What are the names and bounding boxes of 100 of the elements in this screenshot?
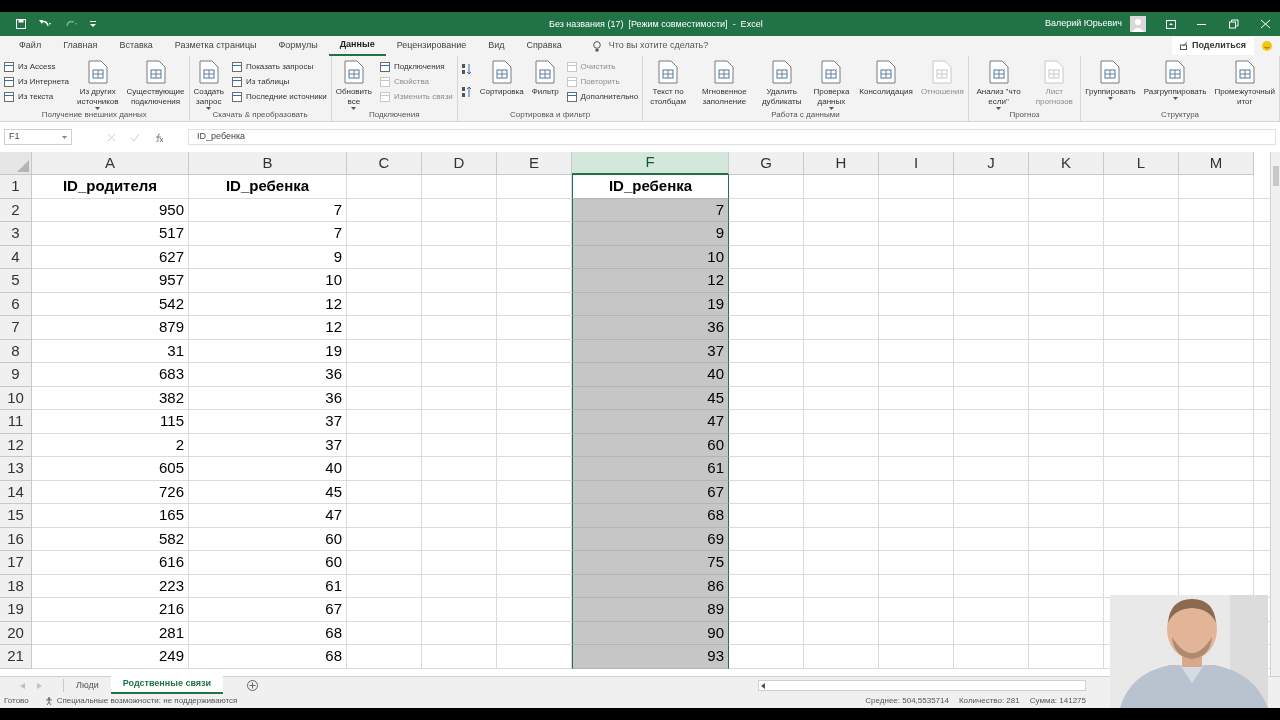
document-icon xyxy=(342,60,365,84)
row-header[interactable]: 11 xyxy=(0,410,32,434)
menu-tab[interactable]: Файл xyxy=(8,36,53,56)
ribbon-button[interactable]: Подключения xyxy=(379,61,453,73)
row-header[interactable]: 20 xyxy=(0,621,32,645)
menu-tab[interactable]: Вид xyxy=(477,36,516,56)
ribbon-button[interactable]: Существующие подключения xyxy=(126,60,185,107)
caret-icon xyxy=(1172,97,1178,100)
row-header[interactable]: 16 xyxy=(0,527,32,551)
menu-tab[interactable]: Формулы xyxy=(267,36,329,56)
ribbon-button[interactable]: Промежуточный итог xyxy=(1214,60,1275,107)
table-cell: 68 xyxy=(189,645,347,669)
share-button[interactable]: Поделиться xyxy=(1172,37,1254,55)
vertical-scrollbar[interactable] xyxy=(1270,152,1280,676)
table-cell: 726 xyxy=(32,480,189,504)
menu-tab[interactable]: Вставка xyxy=(108,36,164,56)
row-header[interactable]: 21 xyxy=(0,645,32,669)
row-header[interactable]: 7 xyxy=(0,316,32,340)
table-cell: 281 xyxy=(32,621,189,645)
ribbon-button[interactable]: Из других источников xyxy=(76,60,119,110)
sheet-tab[interactable]: Родственные связи xyxy=(110,676,224,694)
sheet-icon xyxy=(4,77,14,87)
next-sheet-icon xyxy=(37,682,42,689)
save-icon xyxy=(16,19,26,29)
tell-me-field[interactable]: Что вы хотите сделать? xyxy=(608,39,709,53)
row-header[interactable]: 19 xyxy=(0,598,32,622)
column-header[interactable]: C xyxy=(347,152,422,175)
ribbon-button[interactable]: Текст по столбцам xyxy=(647,60,689,107)
row-header[interactable]: 5 xyxy=(0,269,32,293)
menu-tab[interactable]: Справка xyxy=(515,36,573,56)
share-icon xyxy=(1180,42,1188,50)
table-cell: 67 xyxy=(572,480,729,504)
table-cell: ID_ребенка xyxy=(189,175,347,199)
column-header[interactable]: I xyxy=(879,152,954,175)
column-header[interactable]: B xyxy=(189,152,347,175)
menu-tab[interactable]: Рецензирование xyxy=(385,36,478,56)
table-cell: 68 xyxy=(189,621,347,645)
table-cell: 10 xyxy=(572,245,729,269)
table-cell: 45 xyxy=(189,480,347,504)
column-header[interactable]: M xyxy=(1179,152,1254,175)
column-header[interactable]: G xyxy=(729,152,804,175)
document-icon xyxy=(987,60,1010,84)
column-header[interactable]: L xyxy=(1104,152,1179,175)
column-header[interactable]: K xyxy=(1029,152,1104,175)
ribbon-button[interactable]: Из текста xyxy=(4,91,69,103)
ribbon-button[interactable]: Фильтр xyxy=(531,60,559,97)
menu-tab[interactable]: Главная xyxy=(52,36,109,56)
ribbon-button[interactable]: Мгновенное заполнение xyxy=(696,60,752,107)
table-cell: 47 xyxy=(189,504,347,528)
table-cell: 47 xyxy=(572,410,729,434)
row-header[interactable]: 9 xyxy=(0,363,32,387)
table-cell: 40 xyxy=(189,457,347,481)
ribbon-button[interactable]: Обновить все xyxy=(335,60,372,110)
row-header[interactable]: 14 xyxy=(0,480,32,504)
row-header[interactable]: 3 xyxy=(0,222,32,246)
row-header[interactable]: 4 xyxy=(0,245,32,269)
row-header[interactable]: 17 xyxy=(0,551,32,575)
column-header[interactable]: D xyxy=(422,152,497,175)
table-cell: 249 xyxy=(32,645,189,669)
ribbon-button[interactable]: Создать запрос xyxy=(193,60,224,110)
row-header[interactable]: 2 xyxy=(0,198,32,222)
row-header[interactable]: 13 xyxy=(0,457,32,481)
column-header[interactable]: H xyxy=(804,152,879,175)
column-header[interactable]: E xyxy=(497,152,572,175)
row-header[interactable]: 6 xyxy=(0,292,32,316)
table-cell: 37 xyxy=(572,339,729,363)
user-name: Валерий Юрьевич xyxy=(1044,17,1122,31)
ribbon-button[interactable]: Последние источники xyxy=(231,91,327,103)
ribbon-button[interactable]: Из таблицы xyxy=(231,76,327,88)
column-header[interactable]: F xyxy=(572,152,729,175)
row-header[interactable]: 10 xyxy=(0,386,32,410)
ribbon-button[interactable]: Консолидация xyxy=(859,60,913,97)
sheet-icon xyxy=(566,62,577,72)
menu-tab[interactable]: Разметка страницы xyxy=(163,36,268,56)
scrollbar-thumb[interactable] xyxy=(1272,166,1279,186)
ribbon-button[interactable]: Из Access xyxy=(4,61,69,73)
ribbon-button[interactable]: Анализ "что если" xyxy=(972,60,1025,110)
caret-icon xyxy=(828,107,834,110)
table-cell: 9 xyxy=(572,222,729,246)
ribbon-button[interactable]: Проверка данных xyxy=(811,60,852,110)
sheet-tab[interactable]: Люди xyxy=(64,677,111,694)
formula-field[interactable]: ID_ребенка xyxy=(188,129,1276,145)
ribbon-button[interactable]: Из Интернета xyxy=(4,76,69,88)
table-cell: 60 xyxy=(189,527,347,551)
row-header[interactable]: 15 xyxy=(0,504,32,528)
row-header[interactable]: 8 xyxy=(0,339,32,363)
function-icon xyxy=(155,132,164,142)
ribbon-button[interactable]: Дополнительно xyxy=(566,91,639,103)
ribbon-button[interactable]: Удалить дубликаты xyxy=(759,60,804,107)
column-header[interactable]: A xyxy=(32,152,189,175)
ribbon-button[interactable]: Разгруппировать xyxy=(1143,60,1207,100)
ribbon-button[interactable]: Сортировка xyxy=(479,60,524,97)
ribbon-button[interactable]: Показать запросы xyxy=(231,61,327,73)
row-header[interactable]: 1 xyxy=(0,175,32,199)
name-box[interactable]: F1 xyxy=(4,129,72,145)
horizontal-scrollbar[interactable] xyxy=(758,680,1087,691)
column-header[interactable]: J xyxy=(954,152,1029,175)
row-header[interactable]: 12 xyxy=(0,433,32,457)
row-header[interactable]: 18 xyxy=(0,574,32,598)
ribbon-button[interactable]: Группировать xyxy=(1085,60,1136,100)
